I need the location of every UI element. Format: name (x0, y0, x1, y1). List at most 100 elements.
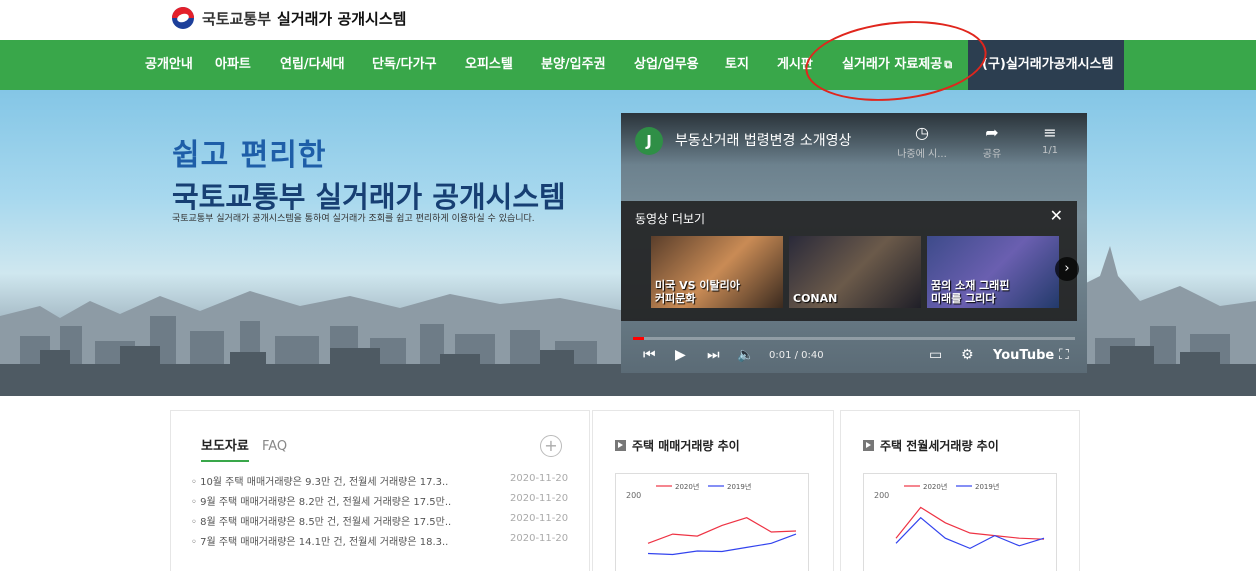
nav-item-data-provision-label: 실거래가 자료제공 (842, 57, 943, 72)
rent-chart-panel: 주택 전월세거래량 추이 200 2020년 2019년 (840, 410, 1080, 571)
y-tick-label: 200 (874, 491, 889, 500)
news-title[interactable]: ◦ 8월 주택 매매거래량은 8.5만 건, 전월세 거래량은 17.5만.. (191, 513, 451, 528)
watch-later-button[interactable]: ◷ 나중에 시... (897, 123, 947, 160)
thumb-caption: 꿈의 소재 그래핀 미래를 그리다 (931, 279, 1010, 305)
channel-avatar[interactable]: J (635, 127, 663, 155)
rent-chart[interactable]: 200 2020년 2019년 (863, 473, 1057, 571)
share-button[interactable]: ➦ 공유 (967, 123, 1017, 160)
external-link-icon: ⧉ (944, 58, 953, 71)
system-name: 실거래가 공개시스템 (277, 9, 407, 28)
gear-icon[interactable]: ⚙ (961, 347, 974, 363)
nav-item-land[interactable]: 토지 (725, 40, 749, 90)
thumb-caption-line1: 꿈의 소재 그래핀 (931, 279, 1010, 292)
video-title[interactable]: 부동산거래 법령변경 소개영상 (675, 130, 851, 150)
org-name: 국토교통부 (202, 9, 272, 28)
list-item[interactable]: ◦ 9월 주택 매매거래량은 8.2만 건, 전월세 거래량은 17.5만.. … (191, 493, 571, 513)
playlist-button[interactable]: ≡ 1/1 (1025, 123, 1075, 156)
thumb-caption-line1: 미국 VS 이탈리아 (655, 279, 740, 292)
series-line (647, 517, 797, 544)
rent-chart-title[interactable]: 주택 전월세거래량 추이 (863, 437, 999, 454)
news-date: 2020-11-20 (510, 533, 569, 544)
legend-label: 2020년 (675, 482, 699, 491)
news-tabs: 보도자료 FAQ (201, 435, 287, 462)
news-title[interactable]: ◦ 10월 주택 매매거래량은 9.3만 건, 전월세 거래량은 17.3.. (191, 473, 448, 488)
sale-chart[interactable]: 200 2020년 2019년 (615, 473, 809, 571)
subtitles-icon[interactable]: ▭ (929, 347, 942, 363)
video-player[interactable]: J 부동산거래 법령변경 소개영상 ◷ 나중에 시... ➦ 공유 ≡ 1/1 … (621, 113, 1087, 373)
youtube-logo[interactable]: YouTube (993, 348, 1054, 363)
clock-icon: ◷ (915, 123, 929, 142)
news-panel: 보도자료 FAQ + ◦ 10월 주택 매매거래량은 9.3만 건, 전월세 거… (170, 410, 590, 571)
nav-item-data-provision[interactable]: 실거래가 자료제공 ⧉ (842, 40, 952, 90)
nav-item-commercial[interactable]: 상업/업무용 (634, 40, 699, 90)
nav-item-rowhouse[interactable]: 연립/다세대 (280, 40, 345, 90)
nav-item-guide[interactable]: 공개안내 (145, 40, 193, 90)
top-header: 국토교통부 실거래가 공개시스템 (0, 0, 1256, 40)
thumb-caption: CONAN (793, 279, 837, 305)
nav-item-presale[interactable]: 분양/입주권 (541, 40, 606, 90)
more-videos-title: 동영상 더보기 (635, 212, 706, 226)
more-plus-icon[interactable]: + (540, 435, 562, 457)
sale-chart-title[interactable]: 주택 매매거래량 추이 (615, 437, 740, 454)
news-title[interactable]: ◦ 9월 주택 매매거래량은 8.2만 건, 전월세 거래량은 17.5만.. (191, 493, 451, 508)
news-date: 2020-11-20 (510, 473, 569, 484)
previous-icon[interactable]: ⏮ (643, 347, 656, 363)
thumb-caption-line2: 미래를 그리다 (931, 292, 996, 305)
banner-description: 국토교통부 실거래가 공개시스템을 통하여 실거래가 조회를 쉽고 편리하게 이… (172, 214, 535, 224)
news-date: 2020-11-20 (510, 493, 569, 504)
next-icon[interactable]: ⏭ (707, 347, 720, 363)
tab-faq[interactable]: FAQ (262, 439, 287, 454)
legend-label: 2020년 (923, 482, 947, 491)
news-title-text: 7월 주택 매매거래량은 14.1만 건, 전월세 거래량은 18.3.. (200, 537, 449, 548)
related-video-thumb[interactable]: 미국 VS 이탈리아 커피문화 (651, 236, 783, 308)
video-controls: ⏮ ▶ ⏭ 🔈 0:01 / 0:40 ▭ ⚙ YouTube ⛶ (621, 341, 1087, 373)
legend-label: 2019년 (727, 482, 751, 491)
taegeuk-logo-icon (172, 7, 194, 29)
video-time: 0:01 / 0:40 (769, 350, 824, 361)
list-item[interactable]: ◦ 7월 주택 매매거래량은 14.1만 건, 전월세 거래량은 18.3.. … (191, 533, 571, 553)
legend-label: 2019년 (975, 482, 999, 491)
site-logo[interactable]: 국토교통부 실거래가 공개시스템 (172, 7, 406, 29)
page: 국토교통부 실거래가 공개시스템 공개안내 아파트 연립/다세대 단독/다가구 … (0, 0, 1256, 571)
related-video-thumb[interactable]: CONAN (789, 236, 921, 308)
close-icon[interactable]: ✕ (1050, 206, 1063, 225)
video-progress-bar[interactable] (633, 337, 1075, 340)
news-title-text: 10월 주택 매매거래량은 9.3만 건, 전월세 거래량은 17.3.. (200, 477, 449, 488)
news-date: 2020-11-20 (510, 513, 569, 524)
banner-headline: 국토교통부 실거래가 공개시스템 (172, 180, 566, 214)
tab-press-release[interactable]: 보도자료 (201, 435, 249, 462)
thumb-caption-line2: 커피문화 (655, 292, 696, 305)
arrow-square-icon (863, 440, 874, 451)
news-list: ◦ 10월 주택 매매거래량은 9.3만 건, 전월세 거래량은 17.3.. … (191, 473, 571, 553)
news-title-text: 9월 주택 매매거래량은 8.2만 건, 전월세 거래량은 17.5만.. (200, 497, 452, 508)
news-title[interactable]: ◦ 7월 주택 매매거래량은 14.1만 건, 전월세 거래량은 18.3.. (191, 533, 448, 548)
volume-icon[interactable]: 🔈 (737, 347, 754, 363)
main-nav: 공개안내 아파트 연립/다세대 단독/다가구 오피스텔 분양/입주권 상업/업무… (0, 40, 1256, 90)
list-item[interactable]: ◦ 8월 주택 매매거래량은 8.5만 건, 전월세 거래량은 17.5만.. … (191, 513, 571, 533)
rent-line-chart: 200 2020년 2019년 (874, 482, 1045, 550)
sale-chart-panel: 주택 매매거래량 추이 200 2020년 2019년 (592, 410, 834, 571)
sale-chart-title-text: 주택 매매거래량 추이 (632, 439, 740, 453)
more-videos-panel: 동영상 더보기 ✕ 미국 VS 이탈리아 커피문화 CONAN 꿈의 소재 그래핀… (621, 201, 1079, 321)
play-icon[interactable]: ▶ (675, 347, 686, 363)
list-item[interactable]: ◦ 10월 주택 매매거래량은 9.3만 건, 전월세 거래량은 17.3.. … (191, 473, 571, 493)
sale-line-chart: 200 2020년 2019년 (626, 482, 797, 556)
banner-tagline: 쉽고 편리한 (172, 138, 327, 173)
fullscreen-icon[interactable]: ⛶ (1059, 347, 1069, 363)
playlist-icon: ≡ (1043, 123, 1057, 142)
video-progress-fill (633, 337, 645, 340)
nav-item-detached[interactable]: 단독/다가구 (372, 40, 437, 90)
nav-item-officetel[interactable]: 오피스텔 (465, 40, 513, 90)
news-title-text: 8월 주택 매매거래량은 8.5만 건, 전월세 거래량은 17.5만.. (200, 517, 452, 528)
series-line (647, 533, 797, 556)
related-video-thumb[interactable]: 꿈의 소재 그래핀 미래를 그리다 (927, 236, 1059, 308)
nav-item-apartment[interactable]: 아파트 (215, 40, 251, 90)
arrow-square-icon (615, 440, 626, 451)
chevron-right-icon[interactable]: › (1055, 257, 1079, 281)
nav-item-old-system[interactable]: (구)실거래가공개시스템 (968, 40, 1124, 90)
share-arrow-icon: ➦ (985, 123, 999, 142)
playlist-count: 1/1 (1041, 145, 1059, 156)
thumb-caption-line2: CONAN (793, 292, 838, 305)
nav-item-board[interactable]: 게시판 (777, 40, 813, 90)
share-label: 공유 (982, 149, 1002, 160)
